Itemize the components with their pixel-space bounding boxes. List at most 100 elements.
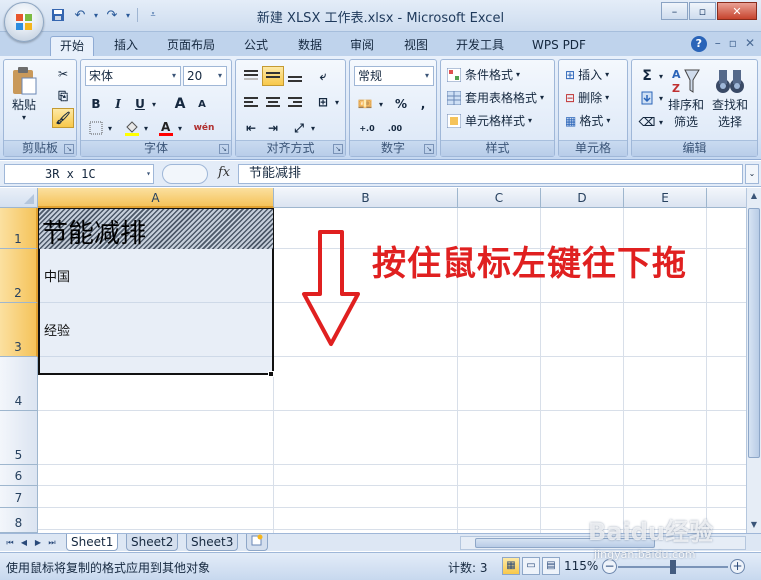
tab-data[interactable]: 数据 [288,36,332,56]
cut-icon[interactable]: ✂ [52,64,74,84]
fill-color-icon[interactable] [121,118,143,138]
merge-center-icon[interactable]: ⊞ [312,92,334,112]
tab-wps-pdf[interactable]: WPS PDF [524,36,594,56]
conditional-format-dropdown-icon[interactable]: ▾ [516,70,520,79]
currency-icon[interactable]: 💴 [354,94,376,114]
orientation-dropdown-icon[interactable]: ▾ [308,118,318,138]
tab-home[interactable]: 开始 [50,36,94,56]
tab-insert[interactable]: 插入 [104,36,148,56]
font-size-dropdown-icon[interactable]: ▾ [214,67,226,85]
bold-button[interactable]: B [85,94,107,114]
name-box-dropdown-icon[interactable]: ▾ [146,165,151,183]
wrap-text-icon[interactable]: ⤶ [312,66,334,86]
alignment-dialog-launcher[interactable]: ↘ [333,144,343,154]
delete-cells-button[interactable]: ⊟ 删除 ▾ [565,89,609,106]
column-header-a[interactable]: A [38,188,274,208]
column-header-e[interactable]: E [624,188,707,208]
restore-button[interactable]: ▫ [689,2,716,20]
format-as-table-dropdown-icon[interactable]: ▾ [540,93,544,102]
formula-expand-icon[interactable]: ⌄ [745,164,759,184]
align-top-icon[interactable] [240,66,262,86]
help-icon[interactable]: ? [690,36,707,52]
grow-font-button[interactable]: A [169,94,191,114]
find-select-button[interactable]: 查找和 选择 [712,66,748,130]
formula-input[interactable]: 节能减排 [238,164,743,184]
percent-button[interactable]: % [390,94,412,114]
row-header-8[interactable]: 8 [0,508,38,533]
column-header-d[interactable]: D [541,188,624,208]
select-all-corner[interactable] [0,188,38,208]
fill-color-dropdown-icon[interactable]: ▾ [141,118,151,138]
insert-sheet-icon[interactable] [246,534,268,551]
align-right-icon[interactable] [284,92,306,112]
sheet-tab-2[interactable]: Sheet2 [126,534,179,551]
sheet-tab-3[interactable]: Sheet3 [186,534,239,551]
next-sheet-icon[interactable]: ▶ [32,536,44,549]
align-left-icon[interactable] [240,92,262,112]
vertical-scrollbar[interactable]: ▲ ▼ [746,188,761,533]
insert-cells-button[interactable]: ⊞ 插入 ▾ [565,66,609,83]
tab-page-layout[interactable]: 页面布局 [160,36,222,56]
format-painter-icon[interactable]: 🖌 [52,108,74,128]
tab-developer[interactable]: 开发工具 [448,36,512,56]
scroll-up-icon[interactable]: ▲ [748,190,760,202]
row-header-6[interactable]: 6 [0,465,38,486]
format-cells-button[interactable]: ▦ 格式 ▾ [565,112,610,129]
row-header-5[interactable]: 5 [0,411,38,465]
number-format-combo[interactable]: 常规 ▾ [354,66,434,86]
underline-dropdown-icon[interactable]: ▾ [149,94,159,114]
zoom-slider-thumb[interactable] [670,560,676,574]
cell-a1[interactable]: 节能减排 [39,209,273,249]
sort-filter-button[interactable]: A Z 排序和 筛选 [668,66,704,130]
paste-dropdown-icon[interactable]: ▾ [22,113,26,122]
formula-bar-splitter[interactable] [162,164,208,184]
orientation-icon[interactable]: ⤢ [288,118,310,138]
row-header-2[interactable]: 2 [0,249,38,303]
tab-formulas[interactable]: 公式 [234,36,278,56]
column-header-f[interactable] [707,188,746,208]
zoom-out-icon[interactable]: − [602,559,617,574]
page-break-view-icon[interactable]: ▤ [542,557,560,575]
ribbon-minimize-icon[interactable]: – [715,36,721,52]
row-header-1[interactable]: 1 [0,208,38,249]
tab-review[interactable]: 审阅 [340,36,384,56]
clipboard-dialog-launcher[interactable]: ↘ [64,144,74,154]
scroll-down-icon[interactable]: ▼ [748,519,760,531]
ribbon-restore-icon[interactable]: ▫ [729,36,737,52]
align-middle-icon[interactable] [262,66,284,86]
prev-sheet-icon[interactable]: ◀ [18,536,30,549]
zoom-in-icon[interactable]: + [730,559,745,574]
row-header-4[interactable]: 4 [0,357,38,411]
comma-button[interactable]: , [412,94,434,114]
font-name-dropdown-icon[interactable]: ▾ [168,67,180,85]
delete-cells-dropdown-icon[interactable]: ▾ [605,93,609,102]
phonetic-button[interactable]: wén [191,118,217,138]
insert-cells-dropdown-icon[interactable]: ▾ [605,70,609,79]
underline-button[interactable]: U [129,94,151,114]
fill-icon[interactable] [636,88,658,108]
office-button[interactable] [4,2,44,42]
font-color-icon[interactable]: A [155,118,177,138]
increase-indent-icon[interactable]: ⇥ [262,118,284,138]
clear-dropdown-icon[interactable]: ▾ [656,112,666,132]
zoom-level[interactable]: 115% [564,559,598,573]
column-header-c[interactable]: C [458,188,541,208]
vertical-scroll-thumb[interactable] [748,208,760,458]
insert-function-icon[interactable]: fx [218,165,230,180]
number-format-dropdown-icon[interactable]: ▾ [421,67,433,85]
copy-icon[interactable]: ⎘ [52,86,74,106]
cell-a2[interactable]: 中国 [40,266,70,285]
italic-button[interactable]: I [107,94,129,114]
number-dialog-launcher[interactable]: ↘ [424,144,434,154]
fill-dropdown-icon[interactable]: ▾ [656,88,666,108]
format-as-table-button[interactable]: 套用表格格式 ▾ [447,89,544,106]
currency-dropdown-icon[interactable]: ▾ [376,94,386,114]
decrease-indent-icon[interactable]: ⇤ [240,118,262,138]
normal-view-icon[interactable]: ▦ [502,557,520,575]
font-name-combo[interactable]: 宋体 ▾ [85,66,181,86]
tab-view[interactable]: 视图 [394,36,438,56]
worksheet-grid[interactable]: A B C D E 1 2 3 4 5 6 7 8 节能减排 中国 经验 按住鼠… [0,188,746,533]
increase-decimal-button[interactable]: +.0 [354,118,380,138]
font-dialog-launcher[interactable]: ↘ [219,144,229,154]
shrink-font-button[interactable]: A [191,94,213,114]
